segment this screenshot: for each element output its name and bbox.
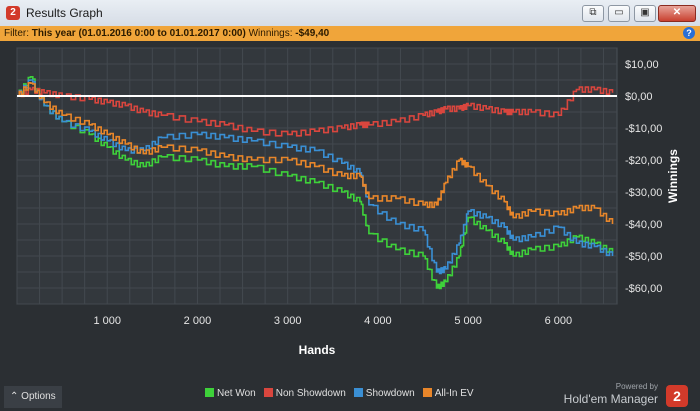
x-tick-label: 3 000: [274, 315, 302, 327]
bottom-bar: ⌃ Options Net Won Non Showdown Showdown All…: [0, 382, 700, 411]
filter-bar[interactable]: Filter: This year (01.01.2016 0:00 to 01…: [0, 26, 700, 41]
winnings-label: Winnings:: [248, 28, 293, 39]
legend-label: Showdown: [365, 388, 415, 399]
x-tick-label: 6 000: [545, 315, 573, 327]
close-button[interactable]: ✕: [658, 5, 696, 22]
brand-logo-icon: 2: [666, 385, 688, 407]
legend-item[interactable]: Non Showdown: [263, 388, 346, 399]
legend-swatch: [353, 388, 363, 397]
y-tick-label: -$60,00: [625, 283, 662, 295]
window-title: Results Graph: [26, 6, 103, 20]
legend-item[interactable]: Net Won: [205, 388, 256, 399]
y-axis-label: Winnings: [666, 149, 680, 203]
y-tick-label: -$40,00: [625, 219, 662, 231]
y-tick-label: -$10,00: [625, 123, 662, 135]
legend-label: Non Showdown: [275, 388, 346, 399]
title-bar: 2 Results Graph ⧉ ▭ ▣ ✕: [0, 0, 700, 27]
x-tick-label: 5 000: [454, 315, 482, 327]
legend-swatch: [422, 388, 432, 397]
legend-item[interactable]: All-In EV: [422, 388, 474, 399]
x-tick-label: 4 000: [364, 315, 392, 327]
x-tick-label: 2 000: [184, 315, 212, 327]
x-tick-label: 1 000: [93, 315, 121, 327]
maximize-button[interactable]: ▣: [634, 5, 656, 22]
brand-name: Hold'em Manager: [563, 392, 658, 406]
chart-svg: $10,00 $0,00 -$10,00 -$20,00 -$30,00 -$40,00 -…: [16, 47, 680, 357]
results-graph-window: 2 Results Graph ⧉ ▭ ▣ ✕ Filter: This yea…: [0, 0, 700, 411]
filter-summary: Filter: This year (01.01.2016 0:00 to 01…: [4, 26, 329, 41]
legend-label: All-In EV: [434, 388, 474, 399]
options-button[interactable]: ⌃ Options: [4, 386, 62, 408]
chevron-up-icon: ⌃: [10, 391, 19, 402]
y-tick-label: -$30,00: [625, 187, 662, 199]
minimize-button[interactable]: ▭: [608, 5, 630, 22]
filter-period: This year (01.01.2016 0:00 to 01.01.2017…: [31, 28, 246, 39]
x-axis-label: Hands: [299, 343, 336, 357]
powered-by-text: Powered by: [615, 382, 658, 391]
app-logo-icon: 2: [6, 6, 20, 20]
winnings-value: -$49,40: [295, 28, 330, 39]
options-label: Options: [21, 391, 56, 402]
help-icon[interactable]: ?: [683, 27, 695, 39]
results-chart: $10,00 $0,00 -$10,00 -$20,00 -$30,00 -$40,00 -…: [5, 44, 695, 381]
legend-swatch: [263, 388, 273, 397]
legend-swatch: [205, 388, 214, 397]
pin-button[interactable]: ⧉: [582, 5, 604, 22]
chart-legend: Net Won Non Showdown Showdown All-In EV: [205, 388, 482, 399]
y-tick-label: -$20,00: [625, 155, 662, 167]
y-tick-label: $10,00: [625, 59, 659, 71]
brand-block: Powered by Hold'em Manager 2: [564, 382, 688, 410]
y-tick-label: $0,00: [625, 91, 653, 103]
legend-label: Net Won: [217, 388, 256, 399]
filter-prefix: Filter:: [4, 28, 29, 39]
legend-item[interactable]: Showdown: [353, 388, 415, 399]
y-tick-label: -$50,00: [625, 251, 662, 263]
